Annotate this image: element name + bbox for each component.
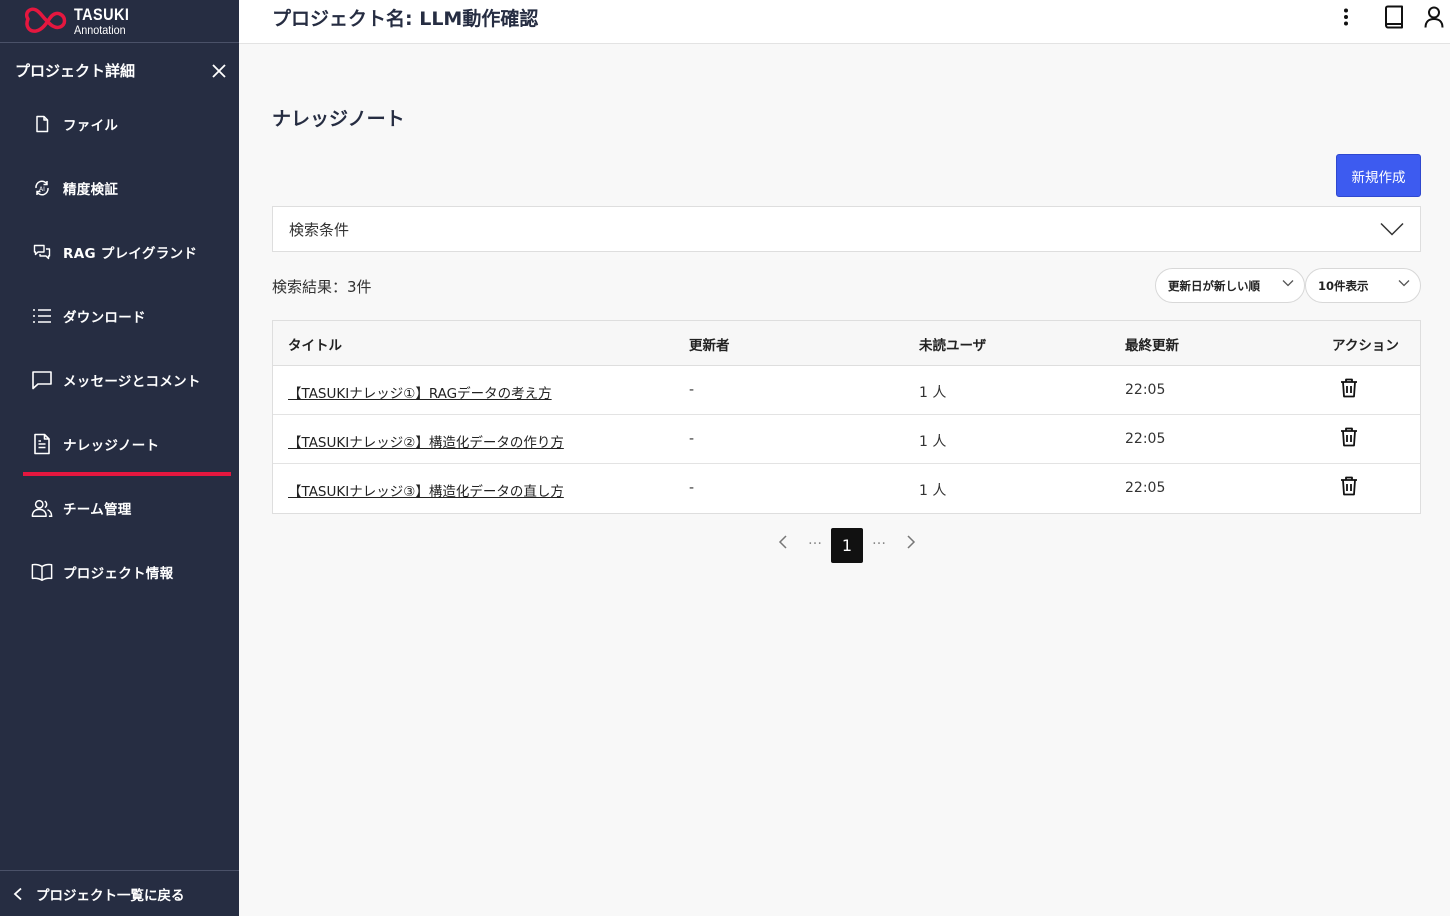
note-unread-users: 1 人 <box>919 434 947 450</box>
chevron-down-icon <box>1282 280 1294 287</box>
book-icon[interactable] <box>1382 5 1406 29</box>
chevron-down-icon <box>1380 222 1404 236</box>
note-updated-time: 22:05 <box>1125 431 1166 447</box>
search-conditions-accordion[interactable]: 検索条件 <box>272 206 1421 252</box>
note-updater: - <box>689 431 695 447</box>
sidebar-item-label: プロジェクト情報 <box>63 566 174 582</box>
sidebar-item-file[interactable]: ファイル <box>23 92 231 156</box>
note-updated-time: 22:05 <box>1125 480 1166 496</box>
sidebar-item-label: 精度検証 <box>63 182 119 198</box>
note-title-link[interactable]: 【TASUKIナレッジ①】RAGデータの考え方 <box>288 382 552 402</box>
column-header-title: タイトル <box>288 338 342 354</box>
column-header-action: アクション <box>1332 338 1399 354</box>
note-icon <box>31 433 53 455</box>
page-size-value: 10件表示 <box>1318 278 1369 293</box>
sidebar-item-label: ファイル <box>63 118 119 134</box>
file-icon <box>31 113 53 135</box>
sidebar-item-messages[interactable]: メッセージとコメント <box>23 348 231 412</box>
note-unread-users: 1 人 <box>919 385 947 401</box>
logo-title: TASUKI <box>74 4 130 24</box>
chevron-left-icon <box>13 887 22 900</box>
pagination-ellipsis: … <box>872 532 887 548</box>
sidebar-item-label: メッセージとコメント <box>63 374 201 390</box>
sidebar-item-knowledge-note[interactable]: ナレッジノート <box>23 412 231 476</box>
column-header-updater: 更新者 <box>689 338 730 354</box>
note-unread-users: 1 人 <box>919 483 947 499</box>
result-count: 検索結果：3件 <box>272 278 372 296</box>
page-size-select[interactable]: 10件表示 <box>1305 268 1421 303</box>
table-row: 【TASUKIナレッジ①】RAGデータの考え方 - 1 人 22:05 <box>273 366 1420 415</box>
team-icon <box>31 497 53 519</box>
chevron-right-icon[interactable] <box>905 534 917 550</box>
more-vertical-icon[interactable] <box>1334 5 1358 29</box>
sort-order-value: 更新日が新しい順 <box>1168 278 1260 293</box>
note-updater: - <box>689 382 695 398</box>
close-icon[interactable] <box>211 63 227 79</box>
sidebar: TASUKI Annotation プロジェクト詳細 ファイル AI 精度検証 … <box>0 0 239 916</box>
page-button-current[interactable]: 1 <box>831 528 863 563</box>
sidebar-item-team[interactable]: チーム管理 <box>23 476 231 540</box>
sidebar-item-label: チーム管理 <box>63 502 132 518</box>
tasuki-logo-icon <box>24 7 67 33</box>
note-updated-time: 22:05 <box>1125 382 1166 398</box>
table-header: タイトル 更新者 未読ユーザ 最終更新 アクション <box>273 321 1420 366</box>
chevron-down-icon <box>1398 280 1410 287</box>
sort-order-select[interactable]: 更新日が新しい順 <box>1155 268 1305 303</box>
page-title: ナレッジノート <box>272 108 405 130</box>
search-conditions-label: 検索条件 <box>289 220 350 239</box>
trash-icon[interactable] <box>1340 427 1358 447</box>
svg-text:AI: AI <box>39 186 45 193</box>
trash-icon[interactable] <box>1340 476 1358 496</box>
sidebar-item-project-info[interactable]: プロジェクト情報 <box>23 540 231 604</box>
note-title-link[interactable]: 【TASUKIナレッジ②】構造化データの作り方 <box>288 431 564 451</box>
list-icon <box>31 305 53 327</box>
column-header-unread: 未読ユーザ <box>919 338 987 354</box>
trash-icon[interactable] <box>1340 378 1358 398</box>
message-icon <box>31 369 53 391</box>
chevron-left-icon[interactable] <box>777 534 789 550</box>
back-to-projects-link[interactable]: プロジェクト一覧に戻る <box>0 870 239 916</box>
sidebar-title: プロジェクト詳細 <box>15 62 136 80</box>
chat-bubbles-icon <box>31 241 53 263</box>
sidebar-item-download[interactable]: ダウンロード <box>23 284 231 348</box>
accuracy-icon: AI <box>31 177 53 199</box>
table-row: 【TASUKIナレッジ②】構造化データの作り方 - 1 人 22:05 <box>273 415 1420 464</box>
column-header-updated: 最終更新 <box>1125 338 1179 354</box>
table-row: 【TASUKIナレッジ③】構造化データの直し方 - 1 人 22:05 <box>273 464 1420 513</box>
back-to-projects-label: プロジェクト一覧に戻る <box>36 887 185 904</box>
sidebar-item-rag[interactable]: RAG プレイグランド <box>23 220 231 284</box>
sidebar-item-label: ナレッジノート <box>63 438 160 454</box>
book-open-icon <box>31 561 53 583</box>
sidebar-item-label: RAG プレイグランド <box>63 246 198 262</box>
pagination-ellipsis: … <box>808 532 823 548</box>
note-title-link[interactable]: 【TASUKIナレッジ③】構造化データの直し方 <box>288 480 564 500</box>
knowledge-note-table: タイトル 更新者 未読ユーザ 最終更新 アクション 【TASUKIナレッジ①】R… <box>272 320 1421 514</box>
pagination: … 1 … <box>772 528 922 564</box>
project-title: プロジェクト名: LLM動作確認 <box>272 8 539 30</box>
logo[interactable]: TASUKI Annotation <box>0 0 239 43</box>
user-icon[interactable] <box>1422 5 1446 29</box>
note-updater: - <box>689 480 695 496</box>
top-header: プロジェクト名: LLM動作確認 <box>239 0 1450 44</box>
logo-subtitle: Annotation <box>74 22 126 37</box>
sidebar-item-accuracy[interactable]: AI 精度検証 <box>23 156 231 220</box>
sidebar-item-label: ダウンロード <box>63 310 146 326</box>
new-note-button[interactable]: 新規作成 <box>1336 154 1421 197</box>
